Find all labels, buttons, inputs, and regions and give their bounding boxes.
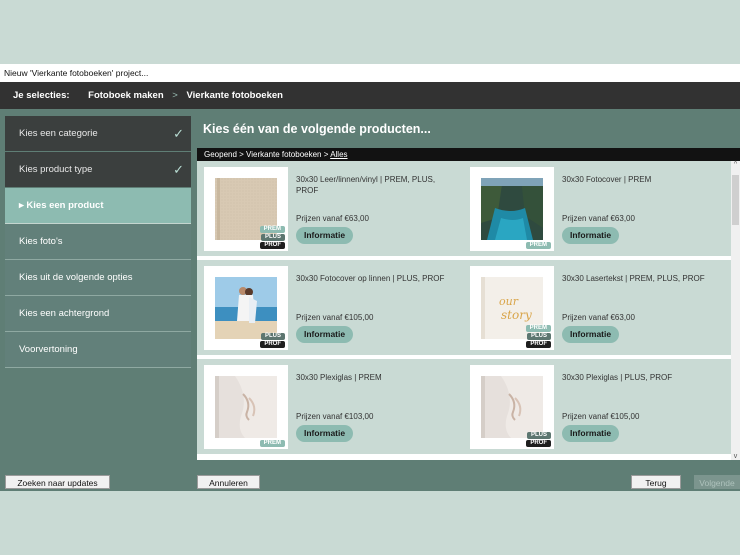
product-name: 30x30 Plexiglas | PLUS, PROF xyxy=(562,373,673,382)
info-button[interactable]: Informatie xyxy=(562,425,620,442)
product-card[interactable]: PREM 30x30 Fotocover | PREM Prijzen vanaf … xyxy=(463,167,728,252)
next-button[interactable]: Volgende xyxy=(694,475,740,489)
scroll-up-icon[interactable]: ^ xyxy=(731,161,740,168)
product-thumbnail[interactable]: our story PREM PLUS PROF xyxy=(470,266,554,350)
product-name: 30x30 Lasertekst | PREM, PLUS, PROF xyxy=(562,274,705,283)
tier-badge: PREM xyxy=(259,226,285,233)
breadcrumb: Geopend > Vierkante fotoboeken > Alles xyxy=(197,148,740,161)
product-row: PREM 30x30 Plexiglas | PREM Prijzen vanaf … xyxy=(197,359,731,454)
tier-badge: PROF xyxy=(260,242,285,249)
app-window: Nieuw 'Vierkante fotoboeken' project... … xyxy=(0,64,740,491)
tier-badge: PREM xyxy=(525,242,551,249)
tier-badges: PLUS PROF xyxy=(526,432,551,447)
product-image xyxy=(481,178,543,242)
product-price: Prijzen vanaf €105,00 xyxy=(562,412,640,421)
sidebar-step-5[interactable]: Kies een achtergrond xyxy=(5,296,191,332)
product-price: Prijzen vanaf €103,00 xyxy=(296,412,374,421)
product-card[interactable]: PLUS PROF 30x30 Plexiglas | PLUS, PROF Prij… xyxy=(463,365,728,450)
product-card[interactable]: PREM PLUS PROF 30x30 Leer/linnen/vinyl | PR… xyxy=(197,167,462,252)
product-price: Prijzen vanaf €63,00 xyxy=(562,214,635,223)
sidebar-step-label: Kies een categorie xyxy=(19,128,98,139)
svg-text:our: our xyxy=(499,295,519,308)
product-name: 30x30 Leer/linnen/vinyl | PREM, PLUS, PR… xyxy=(296,175,436,195)
breadcrumb-link-all[interactable]: Alles xyxy=(330,150,347,159)
info-button[interactable]: Informatie xyxy=(562,227,620,244)
tier-badge: PLUS xyxy=(260,234,285,241)
tier-badge: PREM xyxy=(259,440,285,447)
window-title: Nieuw 'Vierkante fotoboeken' project... xyxy=(0,64,740,82)
tier-badge: PREM xyxy=(525,325,551,332)
sidebar-step-2[interactable]: ▸ Kies een product xyxy=(5,188,191,224)
info-button[interactable]: Informatie xyxy=(562,326,620,343)
sidebar-step-4[interactable]: Kies uit de volgende opties xyxy=(5,260,191,296)
product-thumbnail[interactable]: PLUS PROF xyxy=(470,365,554,449)
scroll-down-icon[interactable]: v xyxy=(731,453,740,460)
selection-separator: > xyxy=(172,90,178,101)
tier-badge: PLUS xyxy=(526,333,551,340)
product-image xyxy=(215,277,277,341)
sidebar-step-label: Kies product type xyxy=(19,164,93,175)
svg-text:story: story xyxy=(501,308,532,322)
tier-badges: PREM PLUS PROF xyxy=(525,325,551,348)
product-price: Prijzen vanaf €105,00 xyxy=(296,313,374,322)
sidebar-step-3[interactable]: Kies foto's xyxy=(5,224,191,260)
tier-badges: PREM xyxy=(259,440,285,447)
product-name: 30x30 Fotocover | PREM xyxy=(562,175,652,184)
tier-badge: PROF xyxy=(526,440,551,447)
sidebar-step-6[interactable]: Voorvertoning xyxy=(5,332,191,368)
back-button[interactable]: Terug xyxy=(631,475,681,489)
sidebar-step-label: Kies een achtergrond xyxy=(19,308,110,319)
product-thumbnail[interactable]: PREM xyxy=(470,167,554,251)
tier-badges: PREM PLUS PROF xyxy=(259,226,285,249)
product-card[interactable]: PREM 30x30 Plexiglas | PREM Prijzen vanaf … xyxy=(197,365,462,450)
sidebar-step-label: ▸ Kies een product xyxy=(19,200,104,211)
selection-label: Je selecties: xyxy=(13,90,70,101)
sidebar-step-0[interactable]: Kies een categorie ✓ xyxy=(5,116,191,152)
product-price: Prijzen vanaf €63,00 xyxy=(562,313,635,322)
product-card[interactable]: PLUS PROF 30x30 Fotocover op linnen | PLUS… xyxy=(197,266,462,351)
info-button[interactable]: Informatie xyxy=(296,425,354,442)
tier-badges: PLUS PROF xyxy=(260,333,285,348)
product-list-scrollbar[interactable]: ^ v xyxy=(731,161,740,460)
product-row: PREM PLUS PROF 30x30 Leer/linnen/vinyl | PR… xyxy=(197,161,731,256)
breadcrumb-path: Geopend > Vierkante fotoboeken > xyxy=(204,150,329,159)
product-name: 30x30 Fotocover op linnen | PLUS, PROF xyxy=(296,274,445,283)
selection-item: Vierkante fotoboeken xyxy=(186,90,283,101)
page-title: Kies één van de volgende producten... xyxy=(203,122,431,136)
scroll-thumb[interactable] xyxy=(732,175,739,225)
tier-badge: PLUS xyxy=(526,432,551,439)
selection-bar: Je selecties: Fotoboek maken > Vierkante… xyxy=(0,82,740,109)
product-image xyxy=(215,376,277,440)
tier-badge: PROF xyxy=(526,341,551,348)
tier-badge: PROF xyxy=(260,341,285,348)
product-name: 30x30 Plexiglas | PREM xyxy=(296,373,382,382)
tier-badges: PREM xyxy=(525,242,551,249)
product-thumbnail[interactable]: PREM xyxy=(204,365,288,449)
product-card[interactable]: our story PREM PLUS PROF 30x30 Lasertekst | P… xyxy=(463,266,728,351)
sidebar-step-1[interactable]: Kies product type ✓ xyxy=(5,152,191,188)
product-price: Prijzen vanaf €63,00 xyxy=(296,214,369,223)
tier-badge: PLUS xyxy=(260,333,285,340)
sidebar-step-label: Kies uit de volgende opties xyxy=(19,272,133,283)
product-thumbnail[interactable]: PLUS PROF xyxy=(204,266,288,350)
check-updates-button[interactable]: Zoeken naar updates xyxy=(5,475,110,489)
info-button[interactable]: Informatie xyxy=(296,326,354,343)
product-image xyxy=(481,376,543,440)
selection-item: Fotoboek maken xyxy=(88,90,164,101)
sidebar-step-label: Voorvertoning xyxy=(19,344,78,355)
product-row: PLUS PROF 30x30 Fotocover op linnen | PLUS… xyxy=(197,260,731,355)
sidebar-step-label: Kies foto's xyxy=(19,236,63,247)
checkmark-icon: ✓ xyxy=(173,126,184,141)
product-thumbnail[interactable]: PREM PLUS PROF xyxy=(204,167,288,251)
checkmark-icon: ✓ xyxy=(173,162,184,177)
cancel-button[interactable]: Annuleren xyxy=(197,475,260,489)
steps-sidebar: Kies een categorie ✓ Kies product type ✓ ▸ K… xyxy=(5,116,191,368)
product-list[interactable]: PREM PLUS PROF 30x30 Leer/linnen/vinyl | PR… xyxy=(197,161,731,460)
info-button[interactable]: Informatie xyxy=(296,227,354,244)
